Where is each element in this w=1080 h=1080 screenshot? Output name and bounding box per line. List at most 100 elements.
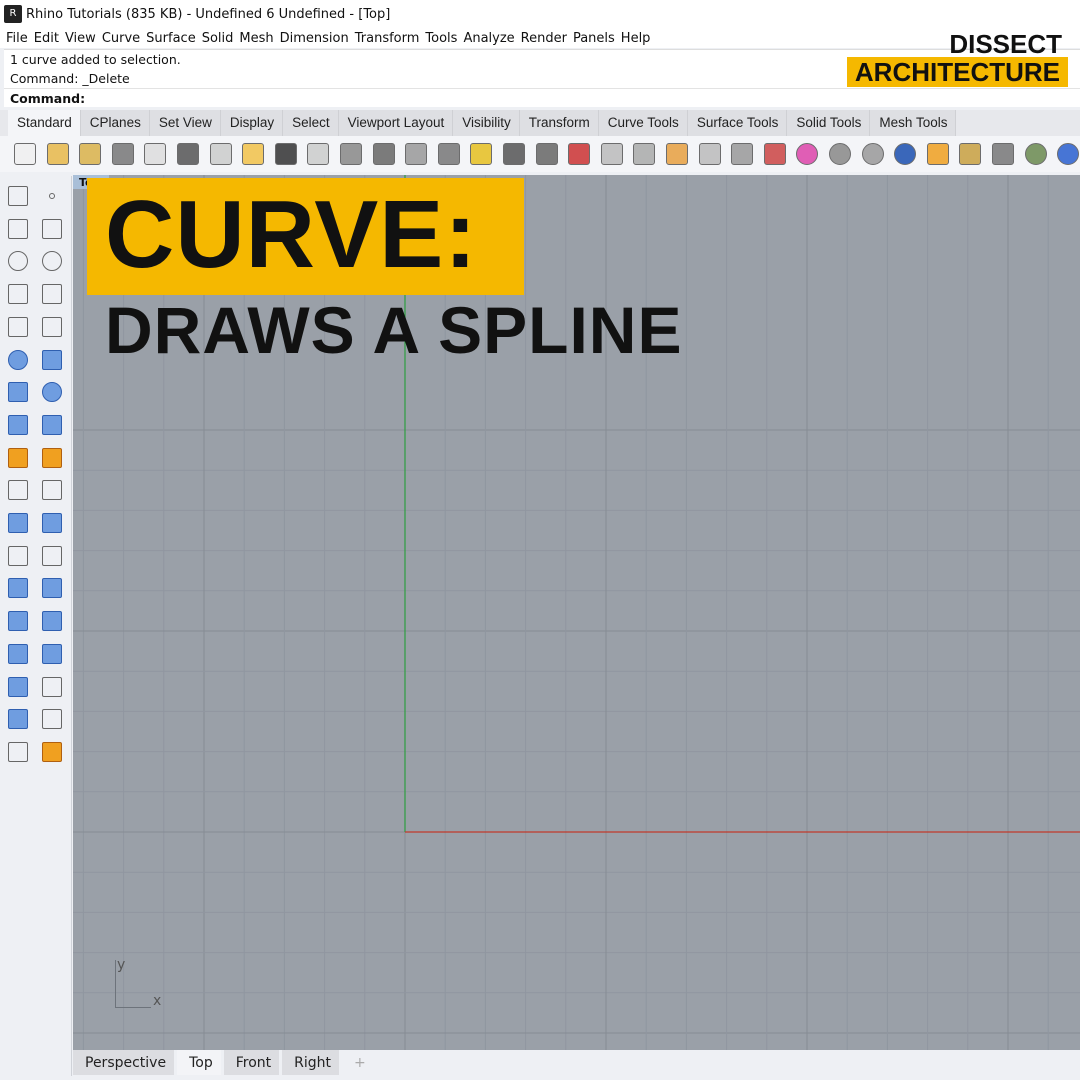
plus-icon[interactable]: +	[342, 1050, 374, 1075]
point-icon[interactable]	[49, 193, 55, 199]
grasshopper-icon[interactable]	[1024, 143, 1047, 165]
menu-panels[interactable]: Panels	[573, 31, 615, 46]
curve-offset-icon[interactable]	[42, 545, 62, 566]
mesh-surface-icon[interactable]	[42, 414, 62, 435]
explode-icon[interactable]	[42, 447, 62, 468]
tab-solid-tools[interactable]: Solid Tools	[787, 110, 871, 136]
viewport-tab-perspective[interactable]: Perspective	[73, 1050, 175, 1075]
menu-edit[interactable]: Edit	[34, 31, 59, 46]
spotlight-icon[interactable]	[926, 143, 949, 165]
new-icon[interactable]	[14, 143, 36, 165]
menu-curve[interactable]: Curve	[102, 31, 140, 46]
split-icon[interactable]	[42, 480, 62, 501]
viewport-tab-top[interactable]: Top	[177, 1050, 221, 1075]
trim-icon[interactable]	[8, 480, 28, 501]
boolean-union-icon[interactable]	[42, 382, 62, 403]
menu-tools[interactable]: Tools	[425, 31, 457, 46]
undo-view-icon[interactable]	[503, 143, 525, 165]
cplane-icon[interactable]	[600, 143, 623, 165]
undo-icon[interactable]	[274, 143, 297, 165]
menu-render[interactable]: Render	[521, 31, 567, 46]
tab-display[interactable]: Display	[220, 110, 284, 136]
help-icon[interactable]	[1057, 143, 1080, 165]
rectangle-icon[interactable]	[42, 284, 62, 305]
menu-view[interactable]: View	[65, 31, 96, 46]
tab-transform[interactable]: Transform	[519, 110, 599, 136]
tab-cplanes[interactable]: CPlanes	[80, 110, 150, 136]
orient-icon[interactable]	[42, 611, 62, 632]
menu-help[interactable]: Help	[621, 31, 651, 46]
four-viewports-icon[interactable]	[535, 143, 558, 165]
options-gear-icon[interactable]	[959, 143, 982, 165]
lock-icon[interactable]	[731, 143, 754, 165]
rotate-view-icon[interactable]	[340, 143, 362, 165]
join-icon[interactable]	[8, 447, 28, 468]
check-icon[interactable]	[42, 709, 62, 730]
extrude-surface-icon[interactable]	[42, 349, 62, 370]
menu-file[interactable]: File	[6, 31, 28, 46]
primitives-icon[interactable]	[8, 741, 28, 762]
menu-surface[interactable]: Surface	[146, 31, 196, 46]
polyline-icon[interactable]	[8, 218, 28, 239]
paste-icon[interactable]	[242, 143, 265, 165]
menu-dimension[interactable]: Dimension	[280, 31, 349, 46]
polygon-icon[interactable]	[8, 316, 28, 337]
menu-analyze[interactable]: Analyze	[463, 31, 514, 46]
shaded-sphere-icon[interactable]	[829, 143, 851, 165]
align-icon[interactable]	[42, 676, 62, 697]
box-icon[interactable]	[8, 382, 28, 403]
tab-surface-tools[interactable]: Surface Tools	[687, 110, 788, 136]
select-icon[interactable]	[8, 186, 28, 206]
save-icon[interactable]	[79, 143, 102, 165]
layer-icon[interactable]	[763, 143, 786, 165]
curve-icon[interactable]	[42, 218, 62, 239]
block-icon[interactable]	[666, 143, 688, 165]
circle-icon[interactable]	[8, 251, 28, 272]
zoom-extents-icon[interactable]	[437, 143, 460, 165]
dimension-icon[interactable]	[992, 143, 1014, 165]
viewport-tab-front[interactable]: Front	[223, 1050, 280, 1075]
surface-from-points-icon[interactable]	[8, 349, 28, 370]
zoom-icon[interactable]	[372, 143, 395, 165]
grid-sphere-icon[interactable]	[861, 143, 884, 165]
curve-edit-icon[interactable]	[8, 545, 28, 566]
tab-visibility[interactable]: Visibility	[453, 110, 520, 136]
copy-icon[interactable]	[209, 143, 232, 165]
open-icon[interactable]	[46, 143, 69, 165]
text-icon[interactable]	[8, 578, 28, 599]
tab-standard[interactable]: Standard	[8, 110, 81, 136]
pan-icon[interactable]	[307, 143, 330, 165]
menu-solid[interactable]: Solid	[202, 31, 234, 46]
distance-icon[interactable]	[633, 143, 656, 165]
group-icon[interactable]	[8, 513, 28, 533]
rendered-sphere-icon[interactable]	[894, 143, 917, 165]
cut-icon[interactable]	[177, 143, 199, 165]
arc-icon[interactable]	[8, 284, 28, 305]
tab-set-view[interactable]: Set View	[149, 110, 221, 136]
menu-transform[interactable]: Transform	[355, 31, 420, 46]
flip-icon[interactable]	[8, 709, 28, 730]
tab-mesh-tools[interactable]: Mesh Tools	[870, 110, 957, 136]
ellipse-icon[interactable]	[42, 251, 62, 272]
tab-viewport-layout[interactable]: Viewport Layout	[338, 110, 454, 136]
solid-edit-icon[interactable]	[8, 643, 28, 664]
color-wheel-icon[interactable]	[796, 143, 819, 165]
zoom-window-icon[interactable]	[405, 143, 428, 165]
command-prompt-input[interactable]: Command:	[4, 88, 1080, 107]
tab-curve-tools[interactable]: Curve Tools	[598, 110, 688, 136]
zoom-selected-icon[interactable]	[470, 143, 493, 165]
tab-select[interactable]: Select	[283, 110, 339, 136]
print-icon[interactable]	[111, 143, 134, 165]
menu-mesh[interactable]: Mesh	[239, 31, 273, 46]
array-icon[interactable]	[8, 611, 28, 632]
cylinder-icon[interactable]	[8, 414, 28, 435]
project-icon[interactable]	[42, 643, 62, 664]
ungroup-icon[interactable]	[42, 513, 62, 533]
import-icon[interactable]	[144, 143, 167, 165]
pyramid-icon[interactable]	[42, 741, 62, 762]
move-icon[interactable]	[42, 578, 62, 599]
grid-array-icon[interactable]	[8, 676, 28, 697]
viewport-tab-right[interactable]: Right	[282, 1050, 340, 1075]
light-icon[interactable]	[698, 143, 721, 165]
fillet-curve-icon[interactable]	[42, 316, 62, 337]
